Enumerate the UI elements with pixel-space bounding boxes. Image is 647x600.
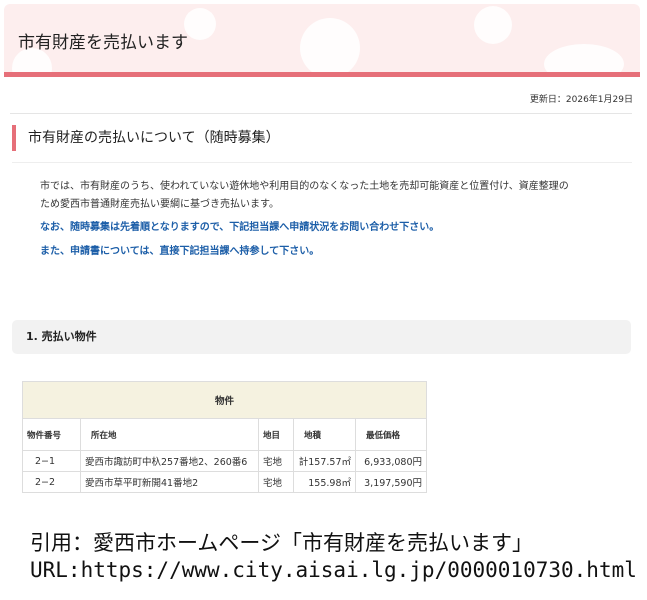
lotus-decoration (544, 44, 624, 72)
citation-url: URL:https://www.city.aisai.lg.jp/0000010… (30, 558, 637, 582)
col-header: 地積 (293, 418, 356, 451)
table-row: 2−1 愛西市諏訪町中杁257番地2、260番6 宅地 計157.57㎡ 6,9… (22, 450, 427, 472)
cell: 宅地 (258, 471, 294, 493)
note-1: なお、随時募集は先着順となりますので、下記担当課へ申請状況をお問い合わせ下さい。 (40, 222, 440, 233)
cell: 155.98㎡ (293, 471, 356, 493)
cell: 3,197,590円 (355, 471, 427, 493)
section-title: 市有財産の売払いについて（随時募集） (12, 125, 280, 151)
cell: 愛西市草平町新開41番地2 (80, 471, 259, 493)
cell: 2−2 (22, 471, 81, 493)
citation-line-1: 引用：愛西市ホームページ「市有財産を売払います」 (30, 531, 533, 555)
page-header: 市有財産を売払います (4, 4, 640, 72)
cell: 宅地 (258, 450, 294, 472)
col-header: 地目 (258, 418, 294, 451)
subsection-title: 1. 売払い物件 (12, 320, 631, 354)
col-header: 最低価格 (355, 418, 427, 451)
page-title: 市有財産を売払います (18, 33, 188, 53)
col-header: 所在地 (80, 418, 259, 451)
col-header: 物件番号 (22, 418, 81, 451)
table-caption: 物件 (22, 381, 427, 419)
lotus-decoration (184, 8, 216, 40)
lotus-decoration (474, 6, 512, 44)
cell: 計157.57㎡ (293, 450, 356, 472)
cell: 愛西市諏訪町中杁257番地2、260番6 (80, 450, 259, 472)
intro-line-1: 市では、市有財産のうち、使われていない遊休地や利用目的のなくなった土地を売却可能… (40, 181, 569, 192)
header-underline (4, 72, 640, 77)
updated-date: 更新日：2026年1月29日 (529, 95, 633, 105)
intro-line-2: ため愛西市普通財産売払い要綱に基づき売払います。 (40, 199, 279, 210)
cell: 2−1 (22, 450, 81, 472)
lotus-decoration (300, 18, 360, 72)
cell: 6,933,080円 (355, 450, 427, 472)
divider (10, 113, 632, 114)
property-table: 物件 物件番号 所在地 地目 地積 最低価格 2−1 愛西市諏訪町中杁257番地… (22, 381, 427, 493)
divider (12, 162, 632, 163)
note-2: また、申請書については、直接下記担当課へ持参して下さい。 (40, 246, 320, 257)
table-row: 2−2 愛西市草平町新開41番地2 宅地 155.98㎡ 3,197,590円 (22, 471, 427, 493)
